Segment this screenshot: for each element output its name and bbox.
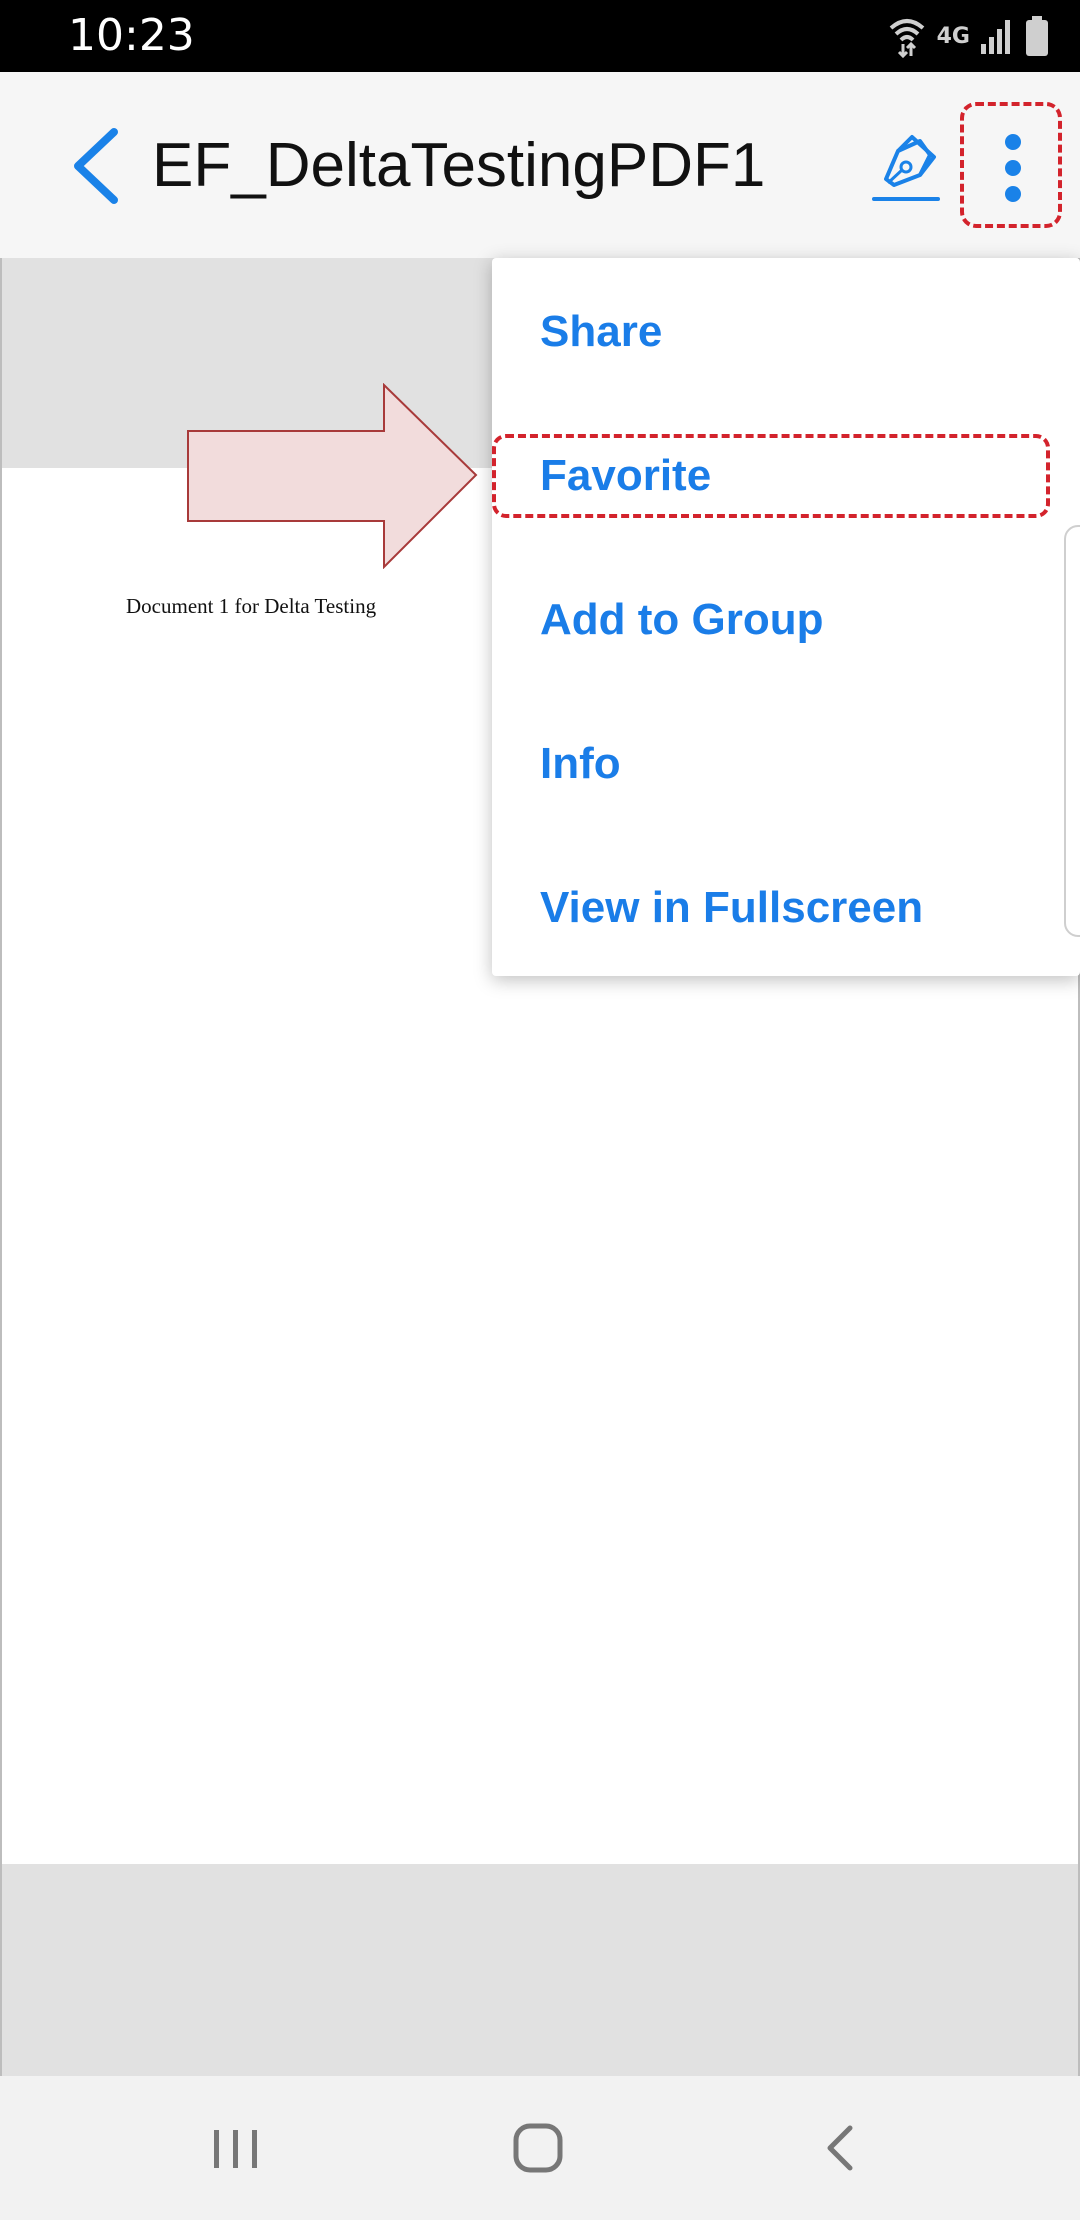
sign-button[interactable] bbox=[868, 127, 946, 205]
pen-sign-icon bbox=[872, 135, 940, 201]
menu-item-view-fullscreen[interactable]: View in Fullscreen bbox=[492, 848, 1080, 968]
signal-icon bbox=[981, 20, 1010, 54]
navigation-bar bbox=[0, 2076, 1080, 2220]
wifi-icon bbox=[889, 19, 924, 58]
scroll-indicator[interactable] bbox=[1064, 525, 1080, 937]
menu-item-add-to-group[interactable]: Add to Group bbox=[492, 560, 1080, 680]
annotation-arrow-icon bbox=[187, 383, 478, 569]
favorite-highlight-box bbox=[492, 434, 1050, 518]
status-time: 10:23 bbox=[68, 10, 195, 61]
nav-back-icon bbox=[827, 2125, 853, 2171]
back-button[interactable] bbox=[62, 124, 132, 208]
menu-item-share[interactable]: Share bbox=[492, 272, 1080, 392]
more-vert-dot bbox=[1005, 186, 1021, 202]
menu-item-info[interactable]: Info bbox=[492, 704, 1080, 824]
home-button[interactable] bbox=[498, 2116, 578, 2180]
status-icons: 4G bbox=[887, 12, 1050, 60]
menu-item-label: Add to Group bbox=[540, 595, 824, 644]
page-edge-left bbox=[0, 258, 2, 2076]
battery-icon bbox=[1026, 16, 1048, 56]
menu-item-label: Info bbox=[540, 739, 621, 788]
more-vert-icon bbox=[1005, 134, 1021, 150]
more-options-button[interactable] bbox=[960, 102, 1062, 228]
document-title: EF_DeltaTestingPDF1 bbox=[152, 131, 766, 200]
back-arrow-icon bbox=[74, 128, 118, 204]
recents-button[interactable] bbox=[196, 2116, 276, 2180]
menu-item-label: Share bbox=[540, 307, 663, 356]
document-text: Document 1 for Delta Testing bbox=[126, 594, 377, 618]
menu-item-label: View in Fullscreen bbox=[540, 883, 924, 932]
more-vert-dot bbox=[1005, 160, 1021, 176]
recents-icon bbox=[214, 2130, 257, 2168]
app-bar: EF_DeltaTestingPDF1 bbox=[0, 72, 1080, 259]
overflow-menu: Share Favorite Add to Group Info View in… bbox=[492, 258, 1080, 976]
page-gap-bottom bbox=[0, 1864, 1080, 2076]
home-icon bbox=[513, 2123, 563, 2173]
status-bar: 10:23 4G bbox=[0, 0, 1080, 72]
network-type-label: 4G bbox=[936, 23, 970, 49]
nav-back-button[interactable] bbox=[800, 2116, 880, 2180]
